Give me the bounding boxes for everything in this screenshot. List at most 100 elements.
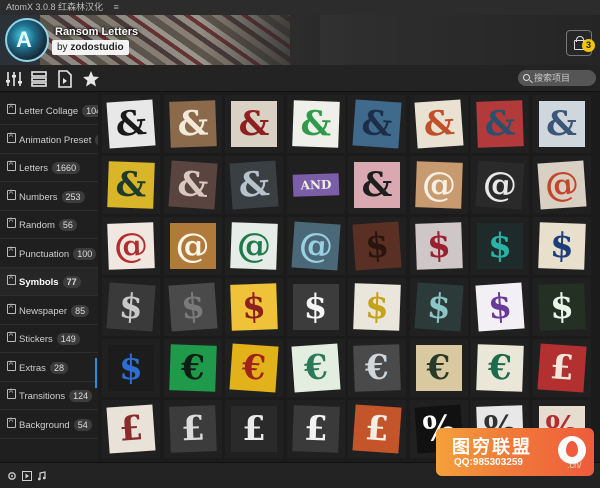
symbol-tile[interactable]: € [225,339,283,397]
sidebar-item-stickers[interactable]: Stickers149 [0,325,98,353]
symbol-tile[interactable]: $ [471,217,529,275]
sidebar-item-count: 100 [73,247,97,260]
hamburger-menu-icon[interactable]: ≡ [114,2,119,12]
settings-icon[interactable] [7,471,17,481]
symbol-tile[interactable]: @ [102,217,160,275]
symbol-tile[interactable]: & [225,95,283,153]
symbol-tile[interactable]: & [532,95,591,153]
sidebar-item-count: 85 [71,304,90,317]
category-icon [7,417,16,428]
search-icon [518,70,534,86]
symbol-glyph: @ [290,221,341,271]
sidebar-item-symbols[interactable]: Symbols77 [0,268,98,296]
symbol-tile[interactable]: @ [163,217,222,275]
symbol-tile[interactable]: $ [225,278,283,336]
file-import-icon[interactable] [56,70,74,88]
symbol-tile[interactable]: @ [471,156,529,214]
symbol-tile[interactable]: & [286,95,345,153]
symbol-glyph: € [415,345,462,391]
symbol-glyph: & [107,161,155,209]
symbol-tile[interactable]: £ [286,400,345,458]
symbol-glyph: @ [107,222,155,270]
symbol-tile[interactable]: & [102,156,160,214]
author-badge[interactable]: by zodostudio [52,40,129,55]
symbol-tile[interactable]: $ [471,278,529,336]
symbol-tile[interactable]: £ [532,339,591,397]
symbol-glyph: $ [475,282,525,332]
symbol-glyph: $ [167,282,218,332]
symbol-tile[interactable]: & [409,95,468,153]
sidebar-item-letter-collage[interactable]: Letter Collage104 [0,97,98,125]
symbol-tile[interactable]: & [163,95,222,153]
symbol-tile[interactable]: @ [286,217,345,275]
sidebar-item-newspaper[interactable]: Newspaper85 [0,297,98,325]
symbol-tile[interactable]: & [471,95,529,153]
music-icon[interactable] [37,471,47,481]
symbol-tile[interactable]: & [348,95,406,153]
symbol-tile[interactable]: $ [409,217,468,275]
symbol-tile[interactable]: $ [532,217,591,275]
sidebar-item-background[interactable]: Background54 [0,411,98,439]
sidebar-item-count: 124 [69,390,93,402]
category-icon [7,332,16,342]
symbol-tile[interactable]: € [409,339,468,397]
symbol-tile[interactable]: $ [102,339,160,397]
sidebar-item-extras[interactable]: Extras28 [0,354,98,382]
symbol-tile[interactable]: @ [532,156,591,214]
symbol-tile[interactable]: $ [102,278,160,336]
symbol-glyph: £ [231,406,277,452]
symbol-tile[interactable]: $ [532,278,591,336]
symbol-tile[interactable]: £ [225,400,283,458]
category-icon [7,218,16,228]
sidebar-item-count: 104 [82,105,98,117]
sidebar-item-label: Symbols [19,277,59,288]
symbol-tile[interactable]: & [225,156,283,214]
symbol-tile[interactable]: @ [409,156,468,214]
sidebar-item-punctuation[interactable]: Punctuation100 [0,240,98,268]
symbol-glyph: $ [106,282,156,332]
sidebar-scrollbar[interactable] [95,358,97,388]
symbol-tile[interactable]: $ [409,278,468,336]
symbol-tile[interactable]: € [348,339,406,397]
symbol-tile[interactable]: $ [348,278,406,336]
symbol-glyph: & [352,99,402,149]
sidebar-item-random[interactable]: Random56 [0,211,98,239]
pack-title: Ransom Letters [55,26,139,38]
symbol-glyph: $ [537,283,586,331]
sidebar-item-label: Letter Collage [19,106,79,117]
symbol-tile[interactable]: € [286,339,345,397]
symbol-tile[interactable]: & [163,156,222,214]
sidebar-item-transitions[interactable]: Transitions124 [0,382,98,410]
star-icon[interactable] [82,70,100,88]
symbol-tile[interactable]: & [348,156,406,214]
symbol-tile[interactable]: £ [102,400,160,458]
symbol-tile[interactable]: $ [286,278,345,336]
sidebar-item-count: 28 [49,361,68,374]
symbol-glyph: @ [475,160,525,210]
symbol-tile[interactable]: @ [225,217,283,275]
symbol-glyph: £ [291,405,340,453]
symbol-tile[interactable]: £ [163,400,222,458]
symbol-tile[interactable]: & [102,95,160,153]
symbol-glyph: £ [106,404,156,454]
sidebar-item-animation-preset[interactable]: Animation Preset1 [0,126,98,154]
symbol-glyph: @ [169,223,216,269]
play-icon[interactable] [22,471,32,481]
symbol-glyph: $ [230,283,278,331]
symbol-glyph: & [231,101,277,147]
window-title-bar: AtomX 3.0.8 红森林汉化 ≡ [0,0,600,15]
symbol-glyph: @ [414,161,463,209]
list-icon[interactable] [30,70,48,88]
symbol-glyph: & [413,99,464,149]
sliders-icon[interactable] [5,70,23,88]
symbol-tile[interactable]: € [471,339,529,397]
sidebar-item-label: Random [19,220,55,231]
symbol-tile[interactable]: £ [348,400,406,458]
symbol-tile[interactable]: $ [163,278,222,336]
sidebar-item-letters[interactable]: Letters1660 [0,154,98,182]
symbol-tile[interactable]: € [163,339,222,397]
symbol-tile[interactable]: AND [286,156,345,214]
sidebar-item-numbers[interactable]: Numbers253 [0,183,98,211]
symbol-tile[interactable]: $ [348,217,406,275]
symbol-glyph: & [476,100,524,148]
